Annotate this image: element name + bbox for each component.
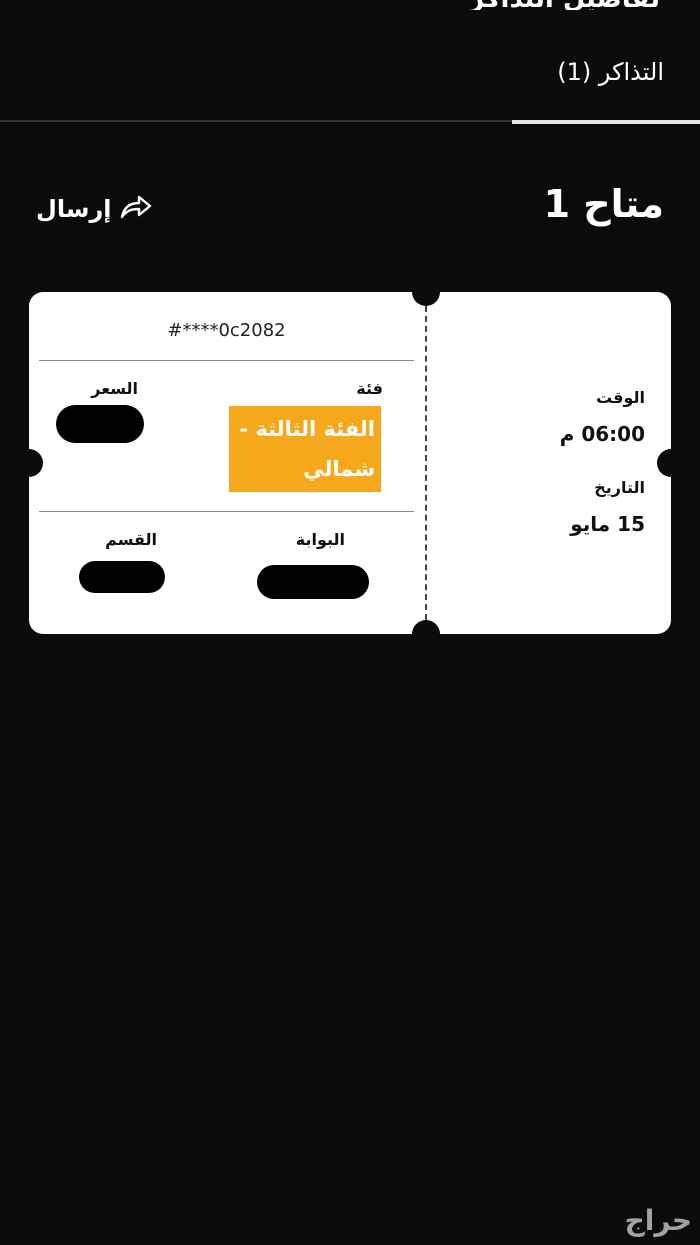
send-button[interactable]: إرسال (36, 192, 153, 226)
ticket-notch-bottom (412, 620, 440, 648)
price-value-redacted (56, 405, 144, 443)
gate-value-redacted (257, 565, 369, 599)
ticket-id: #****0c2082 (167, 320, 286, 341)
section-label: القسم (105, 530, 157, 549)
ticket-perforation (425, 306, 427, 620)
category-value: الفئة الثالثة - شمالي (229, 406, 381, 492)
date-value: 15 مايو (570, 512, 645, 536)
ticket-divider (39, 360, 414, 361)
time-label: الوقت (596, 388, 645, 407)
category-label: فئة (356, 379, 383, 398)
tab-tickets[interactable]: التذاكر (1) (512, 50, 700, 124)
seat-count-title: متاح 1 (543, 182, 664, 226)
time-value: 06:00 م (559, 422, 645, 446)
tab-bar: التذاكر (1) (0, 0, 700, 124)
ticket-notch-right (657, 449, 685, 477)
ticket-card: #****0c2082 فئة الفئة الثالثة - شمالي ال… (15, 278, 685, 648)
tab-tickets-label: التذاكر (1) (557, 58, 664, 86)
ticket-divider (39, 511, 414, 512)
ticket-notch-left (15, 449, 43, 477)
section-value-redacted (79, 561, 165, 593)
date-label: التاريخ (594, 478, 645, 497)
tab-active-indicator (512, 120, 700, 124)
price-label: السعر (91, 379, 138, 398)
ticket-notch-top (412, 278, 440, 306)
share-arrow-icon (119, 193, 153, 225)
watermark-logo: حراج (624, 1204, 692, 1237)
gate-label: البوابة (295, 530, 345, 549)
send-button-label: إرسال (36, 195, 112, 223)
